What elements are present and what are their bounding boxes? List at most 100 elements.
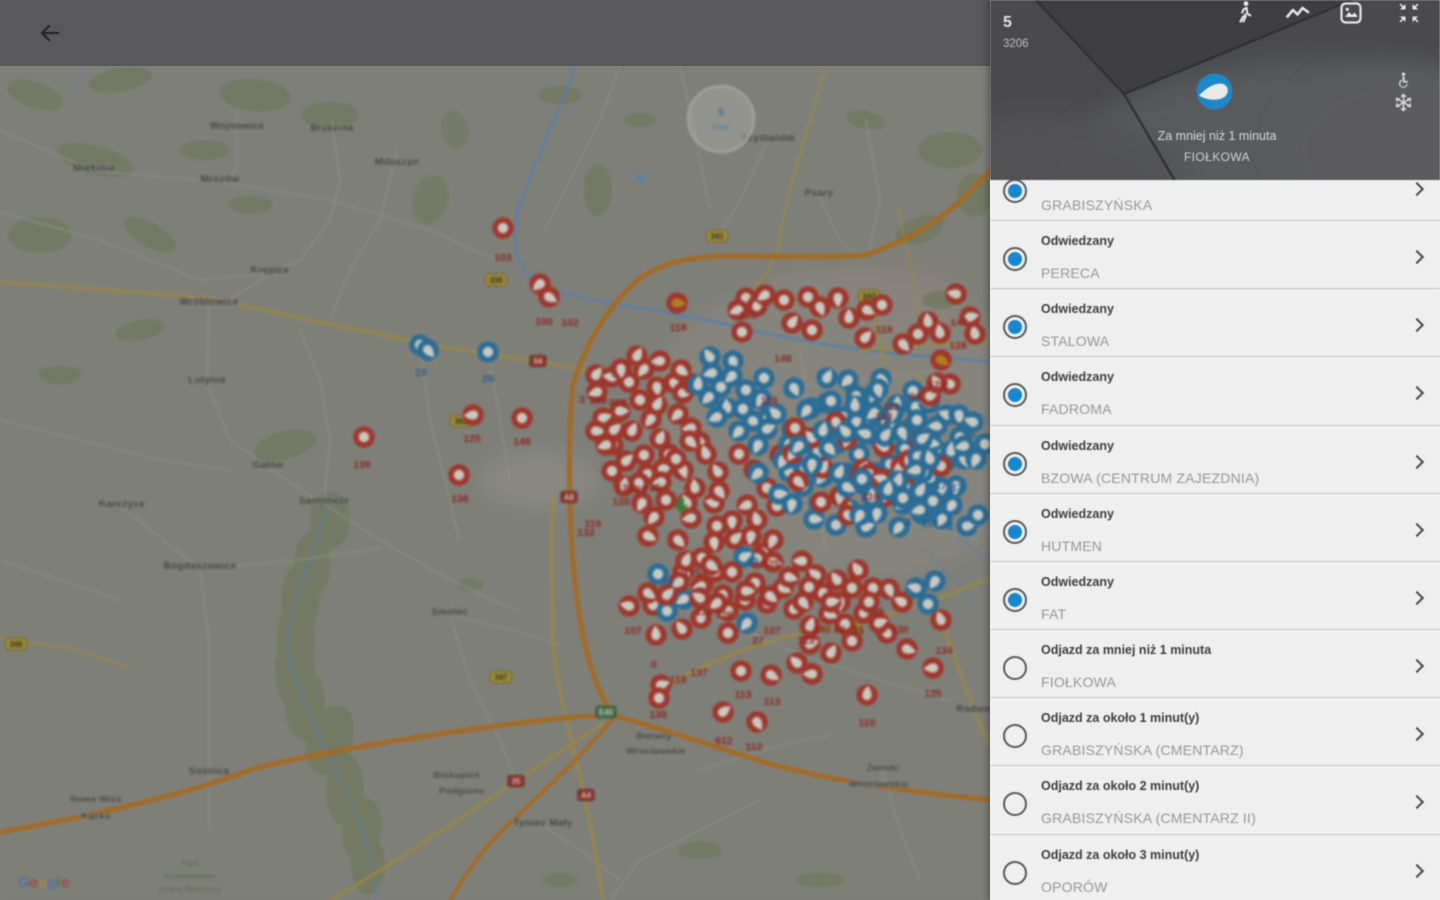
tram-vehicle-marker[interactable]: [626, 345, 648, 367]
tram-vehicle-marker[interactable]: [671, 618, 693, 640]
stop-list-item[interactable]: Odwiedzany FADROMA: [990, 357, 1440, 426]
tram-vehicle-marker[interactable]: [618, 595, 640, 617]
tram-vehicle-marker[interactable]: [603, 419, 625, 441]
tram-vehicle-marker[interactable]: [717, 622, 739, 644]
photo-icon[interactable]: [1338, 0, 1364, 26]
tram-vehicle-marker[interactable]: [787, 470, 809, 492]
tram-vehicle-marker[interactable]: [708, 480, 730, 502]
tram-vehicle-marker[interactable]: [695, 443, 717, 465]
tram-vehicle-marker[interactable]: [784, 417, 806, 439]
tram-vehicle-marker[interactable]: [707, 461, 729, 483]
tram-vehicle-marker[interactable]: [712, 701, 734, 723]
tram-vehicle-marker[interactable]: [827, 287, 849, 309]
bus-vehicle-marker[interactable]: [816, 367, 838, 389]
stop-radio-button[interactable]: [1003, 656, 1027, 681]
tram-vehicle-marker[interactable]: [754, 284, 776, 306]
tram-vehicle-marker[interactable]: [801, 319, 823, 341]
tram-vehicle-marker[interactable]: [781, 312, 803, 334]
bus-vehicle-marker[interactable]: [728, 420, 750, 442]
stop-radio-button[interactable]: [1003, 792, 1027, 817]
tram-vehicle-marker[interactable]: [728, 443, 750, 465]
tram-vehicle-marker[interactable]: [665, 448, 687, 470]
bus-vehicle-marker[interactable]: [788, 435, 810, 457]
stop-list-item[interactable]: Odwiedzany STALOWA: [990, 289, 1440, 358]
tram-vehicle-marker[interactable]: [730, 660, 752, 682]
bus-vehicle-marker[interactable]: [747, 462, 769, 484]
stop-list-item[interactable]: Odjazd za około 3 minut(y) OPORÓW: [990, 835, 1440, 900]
tram-vehicle-marker[interactable]: [856, 684, 878, 706]
tram-vehicle-marker[interactable]: [645, 624, 667, 646]
stop-radio-button[interactable]: [1003, 587, 1027, 612]
stop-radio-button[interactable]: [1003, 178, 1027, 203]
map-cluster-badge[interactable]: 5 3206: [686, 84, 756, 154]
stop-radio-button[interactable]: [1003, 315, 1027, 340]
bus-vehicle-marker[interactable]: [905, 577, 927, 599]
chevron-right-icon[interactable]: [1409, 249, 1425, 265]
tram-vehicle-marker[interactable]: [820, 642, 842, 664]
bus-vehicle-marker[interactable]: [844, 395, 866, 417]
tram-vehicle-marker[interactable]: [841, 577, 863, 599]
tram-vehicle-marker[interactable]: [820, 591, 842, 613]
route-chart-icon[interactable]: [1285, 0, 1311, 26]
chevron-right-icon[interactable]: [1409, 590, 1425, 605]
chevron-right-icon[interactable]: [1409, 522, 1425, 537]
stop-list-item[interactable]: Odwiedzany BZOWA (CENTRUM ZAJEZDNIA): [990, 426, 1440, 494]
tram-vehicle-marker[interactable]: [929, 322, 951, 344]
back-arrow-icon[interactable]: [34, 19, 62, 47]
tram-vehicle-marker[interactable]: [896, 638, 918, 660]
tram-vehicle-marker[interactable]: [353, 426, 375, 448]
stop-radio-button[interactable]: [1003, 860, 1027, 885]
bus-vehicle-marker[interactable]: [477, 341, 499, 363]
tram-vehicle-marker[interactable]: [637, 582, 659, 604]
bus-vehicle-marker[interactable]: [967, 504, 989, 526]
walk-icon[interactable]: [1232, 0, 1258, 26]
bus-vehicle-marker[interactable]: [891, 421, 913, 443]
bus-vehicle-marker[interactable]: [699, 346, 721, 368]
fullscreen-exit-icon[interactable]: [1396, 0, 1422, 26]
chevron-right-icon[interactable]: [1409, 386, 1425, 401]
chevron-right-icon[interactable]: [1409, 727, 1425, 742]
stop-radio-button[interactable]: [1003, 519, 1027, 544]
bus-vehicle-marker[interactable]: [877, 479, 899, 501]
bus-vehicle-marker[interactable]: [706, 406, 728, 428]
bus-vehicle-marker[interactable]: [736, 612, 758, 634]
tram-vehicle-marker[interactable]: [649, 350, 671, 372]
tram-vehicle-marker[interactable]: [646, 394, 668, 416]
chevron-right-icon[interactable]: [1409, 659, 1425, 674]
bus-vehicle-marker[interactable]: [417, 339, 439, 361]
stop-list-item[interactable]: Odwiedzany PERECA: [990, 221, 1440, 290]
bus-vehicle-marker[interactable]: [818, 437, 840, 459]
stop-list-item[interactable]: Odjazd za około 1 minut(y) GRABISZYŃSKA (…: [990, 698, 1440, 767]
chevron-right-icon[interactable]: [1409, 454, 1425, 469]
tram-vehicle-marker[interactable]: [878, 578, 900, 600]
bus-vehicle-marker[interactable]: [905, 459, 927, 481]
bus-vehicle-marker[interactable]: [768, 483, 790, 505]
bus-vehicle-marker[interactable]: [801, 453, 823, 475]
bus-vehicle-marker[interactable]: [753, 367, 775, 389]
tram-vehicle-marker[interactable]: [667, 529, 689, 551]
tram-vehicle-marker[interactable]: [721, 561, 743, 583]
bus-vehicle-marker[interactable]: [924, 570, 946, 592]
tram-vehicle-marker[interactable]: [735, 580, 757, 602]
stop-list-item[interactable]: Odjazd za około 2 minut(y) GRABISZYŃSKA (…: [990, 766, 1440, 835]
tram-vehicle-marker[interactable]: [700, 554, 722, 576]
bus-vehicle-marker[interactable]: [837, 369, 859, 391]
bus-vehicle-marker[interactable]: [855, 423, 877, 445]
tram-vehicle-marker[interactable]: [854, 327, 876, 349]
bus-vehicle-marker[interactable]: [965, 448, 987, 470]
stop-radio-button[interactable]: [1003, 246, 1027, 271]
bus-vehicle-marker[interactable]: [796, 399, 818, 421]
tram-vehicle-marker[interactable]: [706, 515, 728, 537]
bus-vehicle-marker[interactable]: [783, 377, 805, 399]
tram-vehicle-marker[interactable]: [773, 289, 795, 311]
tram-vehicle-marker[interactable]: [448, 464, 470, 486]
tram-vehicle-marker[interactable]: [871, 294, 893, 316]
tram-vehicle-marker[interactable]: [462, 404, 484, 426]
stop-list-item[interactable]: Odwiedzany HUTMEN: [990, 494, 1440, 562]
tram-vehicle-marker[interactable]: [538, 286, 560, 308]
bus-vehicle-marker[interactable]: [835, 421, 857, 443]
chevron-right-icon[interactable]: [1409, 863, 1425, 878]
stop-radio-button[interactable]: [1003, 451, 1027, 476]
tram-vehicle-marker[interactable]: [492, 217, 514, 239]
bus-vehicle-marker[interactable]: [867, 378, 889, 400]
